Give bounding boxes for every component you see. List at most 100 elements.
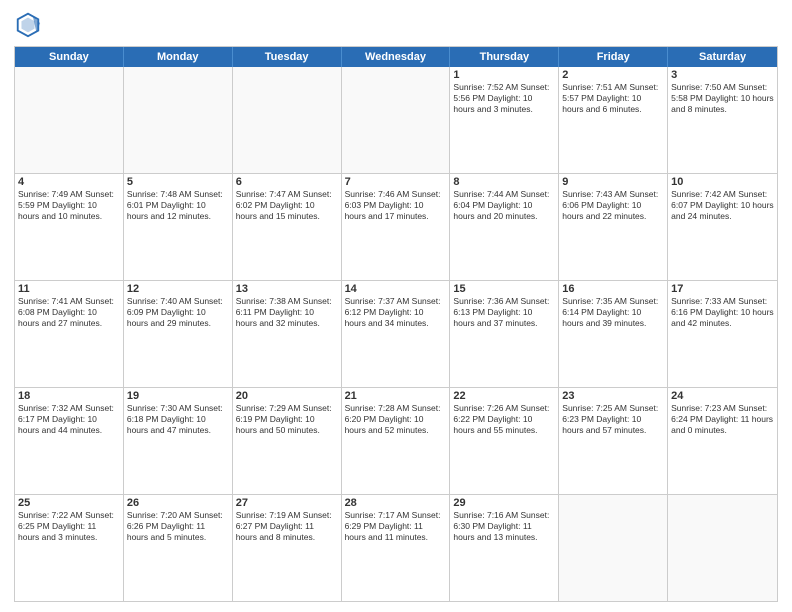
day-cell-24: 24Sunrise: 7:23 AM Sunset: 6:24 PM Dayli… bbox=[668, 388, 777, 494]
day-cell-10: 10Sunrise: 7:42 AM Sunset: 6:07 PM Dayli… bbox=[668, 174, 777, 280]
calendar: Sunday Monday Tuesday Wednesday Thursday… bbox=[14, 46, 778, 602]
week-row-1: 1Sunrise: 7:52 AM Sunset: 5:56 PM Daylig… bbox=[15, 67, 777, 173]
day-number-29: 29 bbox=[453, 497, 555, 509]
day-number-21: 21 bbox=[345, 390, 447, 402]
day-cell-12: 12Sunrise: 7:40 AM Sunset: 6:09 PM Dayli… bbox=[124, 281, 233, 387]
day-number-24: 24 bbox=[671, 390, 774, 402]
empty-cell-w0-d0 bbox=[15, 67, 124, 173]
day-cell-9: 9Sunrise: 7:43 AM Sunset: 6:06 PM Daylig… bbox=[559, 174, 668, 280]
logo-icon bbox=[14, 10, 42, 38]
day-number-19: 19 bbox=[127, 390, 229, 402]
day-info-25: Sunrise: 7:22 AM Sunset: 6:25 PM Dayligh… bbox=[18, 510, 120, 543]
week-row-2: 4Sunrise: 7:49 AM Sunset: 5:59 PM Daylig… bbox=[15, 173, 777, 280]
day-cell-28: 28Sunrise: 7:17 AM Sunset: 6:29 PM Dayli… bbox=[342, 495, 451, 601]
day-number-5: 5 bbox=[127, 176, 229, 188]
week-row-5: 25Sunrise: 7:22 AM Sunset: 6:25 PM Dayli… bbox=[15, 494, 777, 601]
day-number-28: 28 bbox=[345, 497, 447, 509]
day-info-12: Sunrise: 7:40 AM Sunset: 6:09 PM Dayligh… bbox=[127, 296, 229, 329]
day-number-13: 13 bbox=[236, 283, 338, 295]
day-number-16: 16 bbox=[562, 283, 664, 295]
day-cell-17: 17Sunrise: 7:33 AM Sunset: 6:16 PM Dayli… bbox=[668, 281, 777, 387]
header-monday: Monday bbox=[124, 47, 233, 67]
day-number-3: 3 bbox=[671, 69, 774, 81]
day-number-12: 12 bbox=[127, 283, 229, 295]
day-cell-27: 27Sunrise: 7:19 AM Sunset: 6:27 PM Dayli… bbox=[233, 495, 342, 601]
header-wednesday: Wednesday bbox=[342, 47, 451, 67]
day-info-9: Sunrise: 7:43 AM Sunset: 6:06 PM Dayligh… bbox=[562, 189, 664, 222]
day-cell-4: 4Sunrise: 7:49 AM Sunset: 5:59 PM Daylig… bbox=[15, 174, 124, 280]
day-info-24: Sunrise: 7:23 AM Sunset: 6:24 PM Dayligh… bbox=[671, 403, 774, 436]
day-number-22: 22 bbox=[453, 390, 555, 402]
header-tuesday: Tuesday bbox=[233, 47, 342, 67]
day-info-18: Sunrise: 7:32 AM Sunset: 6:17 PM Dayligh… bbox=[18, 403, 120, 436]
header-thursday: Thursday bbox=[450, 47, 559, 67]
day-cell-8: 8Sunrise: 7:44 AM Sunset: 6:04 PM Daylig… bbox=[450, 174, 559, 280]
empty-cell-w4-d6 bbox=[668, 495, 777, 601]
empty-cell-w0-d1 bbox=[124, 67, 233, 173]
logo bbox=[14, 10, 46, 38]
day-cell-16: 16Sunrise: 7:35 AM Sunset: 6:14 PM Dayli… bbox=[559, 281, 668, 387]
day-info-26: Sunrise: 7:20 AM Sunset: 6:26 PM Dayligh… bbox=[127, 510, 229, 543]
day-info-13: Sunrise: 7:38 AM Sunset: 6:11 PM Dayligh… bbox=[236, 296, 338, 329]
empty-cell-w0-d2 bbox=[233, 67, 342, 173]
day-number-14: 14 bbox=[345, 283, 447, 295]
day-info-7: Sunrise: 7:46 AM Sunset: 6:03 PM Dayligh… bbox=[345, 189, 447, 222]
day-number-25: 25 bbox=[18, 497, 120, 509]
day-info-14: Sunrise: 7:37 AM Sunset: 6:12 PM Dayligh… bbox=[345, 296, 447, 329]
empty-cell-w0-d3 bbox=[342, 67, 451, 173]
day-cell-7: 7Sunrise: 7:46 AM Sunset: 6:03 PM Daylig… bbox=[342, 174, 451, 280]
day-info-21: Sunrise: 7:28 AM Sunset: 6:20 PM Dayligh… bbox=[345, 403, 447, 436]
day-cell-2: 2Sunrise: 7:51 AM Sunset: 5:57 PM Daylig… bbox=[559, 67, 668, 173]
day-cell-13: 13Sunrise: 7:38 AM Sunset: 6:11 PM Dayli… bbox=[233, 281, 342, 387]
day-number-18: 18 bbox=[18, 390, 120, 402]
day-number-8: 8 bbox=[453, 176, 555, 188]
day-info-5: Sunrise: 7:48 AM Sunset: 6:01 PM Dayligh… bbox=[127, 189, 229, 222]
day-number-23: 23 bbox=[562, 390, 664, 402]
week-row-3: 11Sunrise: 7:41 AM Sunset: 6:08 PM Dayli… bbox=[15, 280, 777, 387]
day-info-28: Sunrise: 7:17 AM Sunset: 6:29 PM Dayligh… bbox=[345, 510, 447, 543]
week-row-4: 18Sunrise: 7:32 AM Sunset: 6:17 PM Dayli… bbox=[15, 387, 777, 494]
day-number-17: 17 bbox=[671, 283, 774, 295]
header-friday: Friday bbox=[559, 47, 668, 67]
day-info-8: Sunrise: 7:44 AM Sunset: 6:04 PM Dayligh… bbox=[453, 189, 555, 222]
day-info-6: Sunrise: 7:47 AM Sunset: 6:02 PM Dayligh… bbox=[236, 189, 338, 222]
day-info-15: Sunrise: 7:36 AM Sunset: 6:13 PM Dayligh… bbox=[453, 296, 555, 329]
day-cell-1: 1Sunrise: 7:52 AM Sunset: 5:56 PM Daylig… bbox=[450, 67, 559, 173]
day-info-27: Sunrise: 7:19 AM Sunset: 6:27 PM Dayligh… bbox=[236, 510, 338, 543]
day-info-20: Sunrise: 7:29 AM Sunset: 6:19 PM Dayligh… bbox=[236, 403, 338, 436]
day-info-19: Sunrise: 7:30 AM Sunset: 6:18 PM Dayligh… bbox=[127, 403, 229, 436]
day-cell-15: 15Sunrise: 7:36 AM Sunset: 6:13 PM Dayli… bbox=[450, 281, 559, 387]
day-number-20: 20 bbox=[236, 390, 338, 402]
day-cell-3: 3Sunrise: 7:50 AM Sunset: 5:58 PM Daylig… bbox=[668, 67, 777, 173]
day-number-9: 9 bbox=[562, 176, 664, 188]
day-cell-14: 14Sunrise: 7:37 AM Sunset: 6:12 PM Dayli… bbox=[342, 281, 451, 387]
day-number-1: 1 bbox=[453, 69, 555, 81]
day-cell-26: 26Sunrise: 7:20 AM Sunset: 6:26 PM Dayli… bbox=[124, 495, 233, 601]
day-cell-18: 18Sunrise: 7:32 AM Sunset: 6:17 PM Dayli… bbox=[15, 388, 124, 494]
day-info-11: Sunrise: 7:41 AM Sunset: 6:08 PM Dayligh… bbox=[18, 296, 120, 329]
day-cell-6: 6Sunrise: 7:47 AM Sunset: 6:02 PM Daylig… bbox=[233, 174, 342, 280]
day-info-2: Sunrise: 7:51 AM Sunset: 5:57 PM Dayligh… bbox=[562, 82, 664, 115]
header bbox=[14, 10, 778, 38]
day-info-3: Sunrise: 7:50 AM Sunset: 5:58 PM Dayligh… bbox=[671, 82, 774, 115]
page: Sunday Monday Tuesday Wednesday Thursday… bbox=[0, 0, 792, 612]
day-info-17: Sunrise: 7:33 AM Sunset: 6:16 PM Dayligh… bbox=[671, 296, 774, 329]
day-number-6: 6 bbox=[236, 176, 338, 188]
header-saturday: Saturday bbox=[668, 47, 777, 67]
day-info-10: Sunrise: 7:42 AM Sunset: 6:07 PM Dayligh… bbox=[671, 189, 774, 222]
day-number-27: 27 bbox=[236, 497, 338, 509]
day-number-26: 26 bbox=[127, 497, 229, 509]
day-number-15: 15 bbox=[453, 283, 555, 295]
day-cell-19: 19Sunrise: 7:30 AM Sunset: 6:18 PM Dayli… bbox=[124, 388, 233, 494]
day-info-22: Sunrise: 7:26 AM Sunset: 6:22 PM Dayligh… bbox=[453, 403, 555, 436]
day-info-4: Sunrise: 7:49 AM Sunset: 5:59 PM Dayligh… bbox=[18, 189, 120, 222]
empty-cell-w4-d5 bbox=[559, 495, 668, 601]
day-info-29: Sunrise: 7:16 AM Sunset: 6:30 PM Dayligh… bbox=[453, 510, 555, 543]
day-number-10: 10 bbox=[671, 176, 774, 188]
day-cell-5: 5Sunrise: 7:48 AM Sunset: 6:01 PM Daylig… bbox=[124, 174, 233, 280]
header-sunday: Sunday bbox=[15, 47, 124, 67]
day-cell-20: 20Sunrise: 7:29 AM Sunset: 6:19 PM Dayli… bbox=[233, 388, 342, 494]
calendar-header: Sunday Monday Tuesday Wednesday Thursday… bbox=[15, 47, 777, 67]
day-number-2: 2 bbox=[562, 69, 664, 81]
day-cell-23: 23Sunrise: 7:25 AM Sunset: 6:23 PM Dayli… bbox=[559, 388, 668, 494]
